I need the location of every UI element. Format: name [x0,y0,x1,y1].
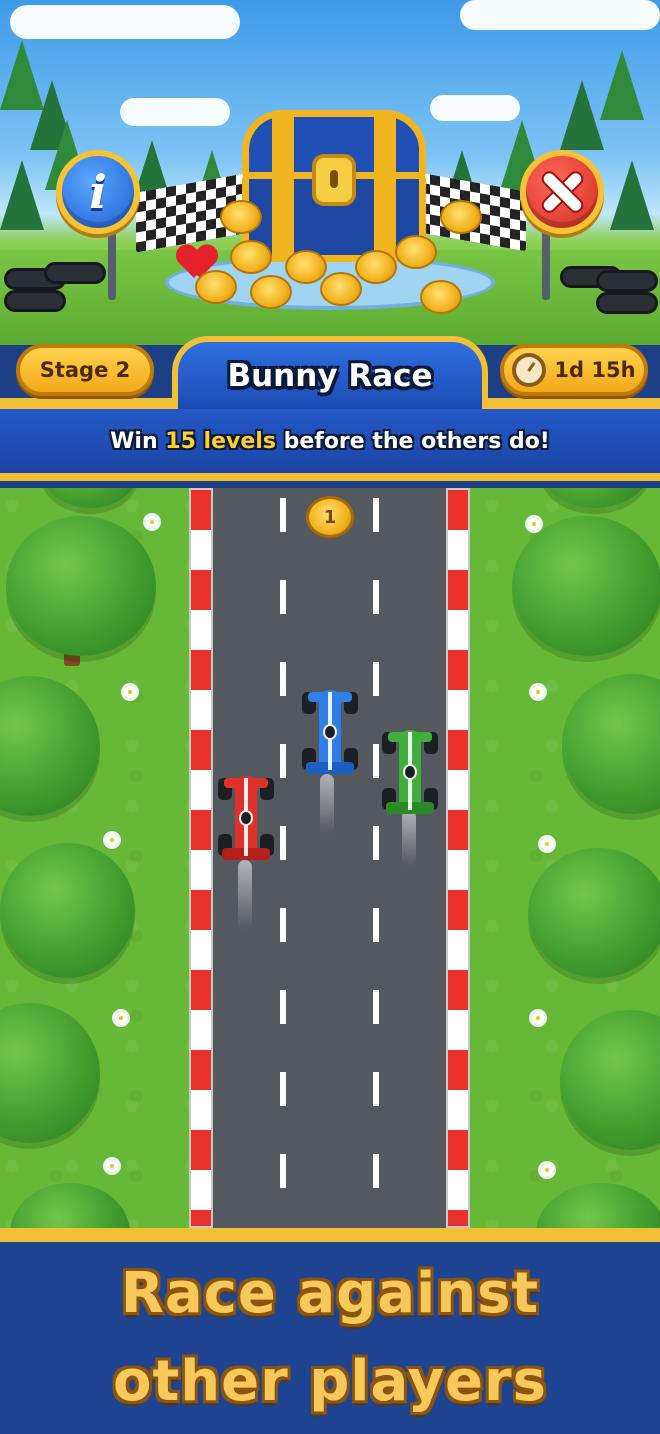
lane-marking [280,488,286,1228]
stage-label: Stage 2 [39,358,131,382]
right-curb [446,488,470,1228]
bush [0,843,135,978]
green-race-car [382,726,438,818]
timer-value: 1d 15h [554,358,636,382]
cloud [430,95,520,121]
reward-scene: i [0,0,660,345]
coin-icon [285,250,327,284]
info-button[interactable]: i [56,150,140,234]
coin-icon [220,200,262,234]
flower [115,1012,127,1024]
cloud [460,0,660,30]
lane-marking [373,488,379,1228]
flower [124,686,136,698]
flower [532,1012,544,1024]
treasure-chest-icon [242,110,426,262]
pine-tree [0,160,44,230]
timer-badge: 1d 15h [500,344,648,396]
pine-tree [560,80,604,150]
pine-tree [600,50,644,120]
coin-icon [230,240,272,274]
promo-line-1: Race against [120,1261,540,1326]
tire-stack [44,262,106,284]
bush [528,848,660,978]
flower [106,834,118,846]
smoke-trail [320,774,334,834]
instruction-bar: Win 15 levels before the others do! [0,409,660,481]
pine-tree [610,160,654,230]
promo-text: Race against other players [113,1250,547,1426]
promo-line-2: other players [113,1349,547,1414]
cloud [10,5,240,39]
clock-icon [512,353,547,387]
flower [541,1164,553,1176]
flower [106,1160,118,1172]
tire-stack [4,290,66,312]
smoke-trail [238,860,252,930]
first-place-medal-icon: 1 [306,496,354,538]
info-icon: i [89,165,107,219]
coin-icon [355,250,397,284]
instruction-suffix: before the others do! [275,428,550,454]
close-button[interactable] [520,150,604,234]
left-curb [189,488,213,1228]
coin-icon [250,275,292,309]
tire-stack [596,292,658,314]
flower [528,518,540,530]
coin-icon [395,235,437,269]
tire-stack [596,270,658,292]
bush [6,516,156,656]
coin-icon [420,280,462,314]
red-race-car [218,772,274,864]
coin-icon [440,200,482,234]
smoke-trail [402,810,416,866]
flower [532,686,544,698]
race-track-area: 1 [0,488,660,1228]
medal-rank: 1 [323,506,337,528]
lock-icon [312,154,356,206]
flower [146,516,158,528]
close-icon [540,170,584,214]
instruction-prefix: Win [110,428,166,454]
coin-icon [320,272,362,306]
stage-badge: Stage 2 [16,344,154,396]
coin-icon [195,270,237,304]
title-plate: Bunny Race [172,336,488,410]
instruction-text: Win 15 levels before the others do! [110,429,550,454]
bush [512,516,660,656]
promo-banner: Race against other players [0,1228,660,1434]
flower [541,838,553,850]
cloud [120,98,230,126]
instruction-highlight: 15 levels [165,428,276,454]
event-title: Bunny Race [227,358,433,394]
blue-race-car [302,686,358,778]
